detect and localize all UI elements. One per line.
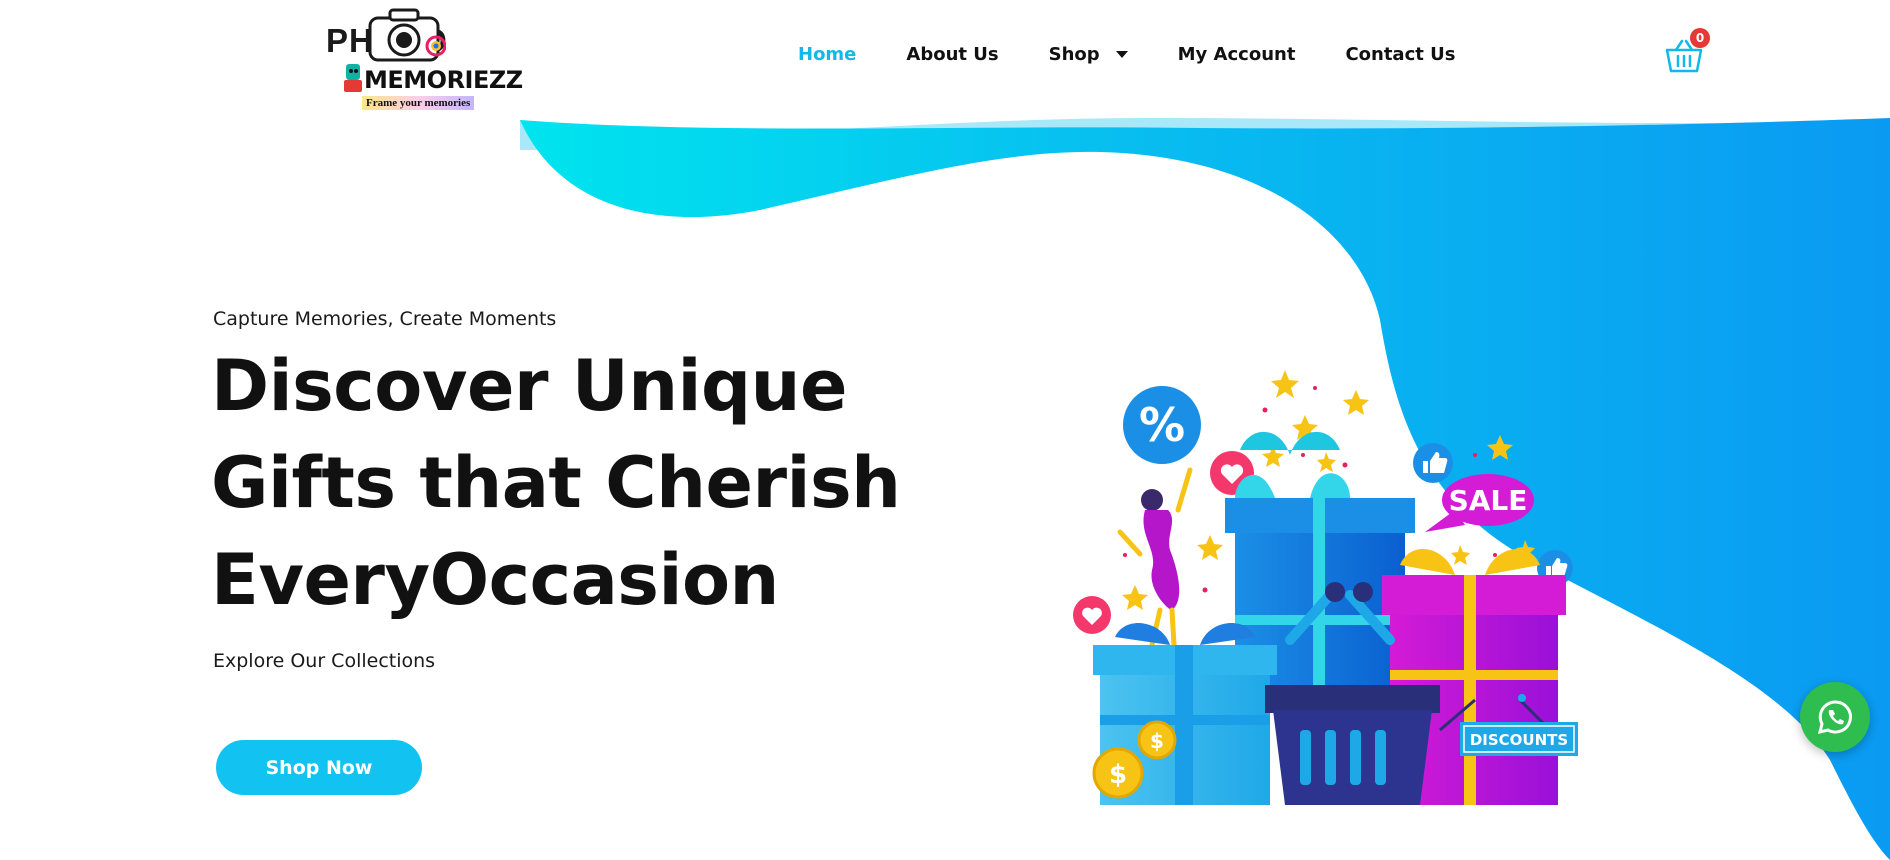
shop-now-button[interactable]: Shop Now: [216, 740, 422, 795]
thumbs-up-icon: [1413, 443, 1453, 483]
brand-logo[interactable]: PHOTO MEMORIEZZ Frame your memories: [326, 4, 523, 112]
svg-text:$: $: [1150, 729, 1164, 753]
percent-badge-icon: %: [1123, 386, 1201, 464]
hero-eyebrow: Capture Memories, Create Moments: [213, 308, 557, 330]
camera-icon: [368, 8, 446, 62]
nav-contact-us[interactable]: Contact Us: [1345, 44, 1455, 65]
nav-home[interactable]: Home: [798, 44, 856, 65]
chevron-down-icon: [1115, 51, 1128, 58]
hero-subtitle: Explore Our Collections: [213, 650, 436, 672]
whatsapp-button[interactable]: [1800, 682, 1870, 752]
cart-count-badge: 0: [1690, 28, 1710, 48]
woman-figure: [1117, 467, 1193, 648]
main-navigation: Home About Us Shop My Account Contact Us: [798, 44, 1505, 65]
svg-text:SALE: SALE: [1449, 484, 1528, 517]
heart-icon: [1073, 596, 1111, 634]
mascot-icon: [344, 64, 362, 92]
svg-text:$: $: [1109, 760, 1127, 790]
svg-text:%: %: [1139, 398, 1185, 452]
hero-headline-line: EveryOccasion: [211, 539, 779, 621]
logo-wordmark-memoriezz: MEMORIEZZ: [364, 66, 523, 94]
svg-text:DISCOUNTS: DISCOUNTS: [1470, 731, 1568, 749]
sale-bubble: SALE: [1425, 474, 1534, 532]
logo-tagline: Frame your memories: [362, 96, 475, 110]
whatsapp-icon: [1817, 700, 1852, 735]
coin-icon: $: [1137, 720, 1177, 760]
hero-headline-line: Discover Unique: [211, 345, 847, 427]
gift-sale-illustration: % SALE DISCOUNTS $ $: [1073, 370, 1578, 805]
hero-headline: Discover Unique Gifts that Cherish Every…: [211, 338, 911, 629]
nav-my-account[interactable]: My Account: [1178, 44, 1296, 65]
nav-about-us[interactable]: About Us: [906, 44, 998, 65]
coin-icon: $: [1092, 747, 1144, 799]
nav-shop-label: Shop: [1048, 44, 1100, 65]
hero-headline-line: Gifts that Cherish: [211, 442, 901, 524]
nav-shop[interactable]: Shop: [1049, 44, 1128, 65]
